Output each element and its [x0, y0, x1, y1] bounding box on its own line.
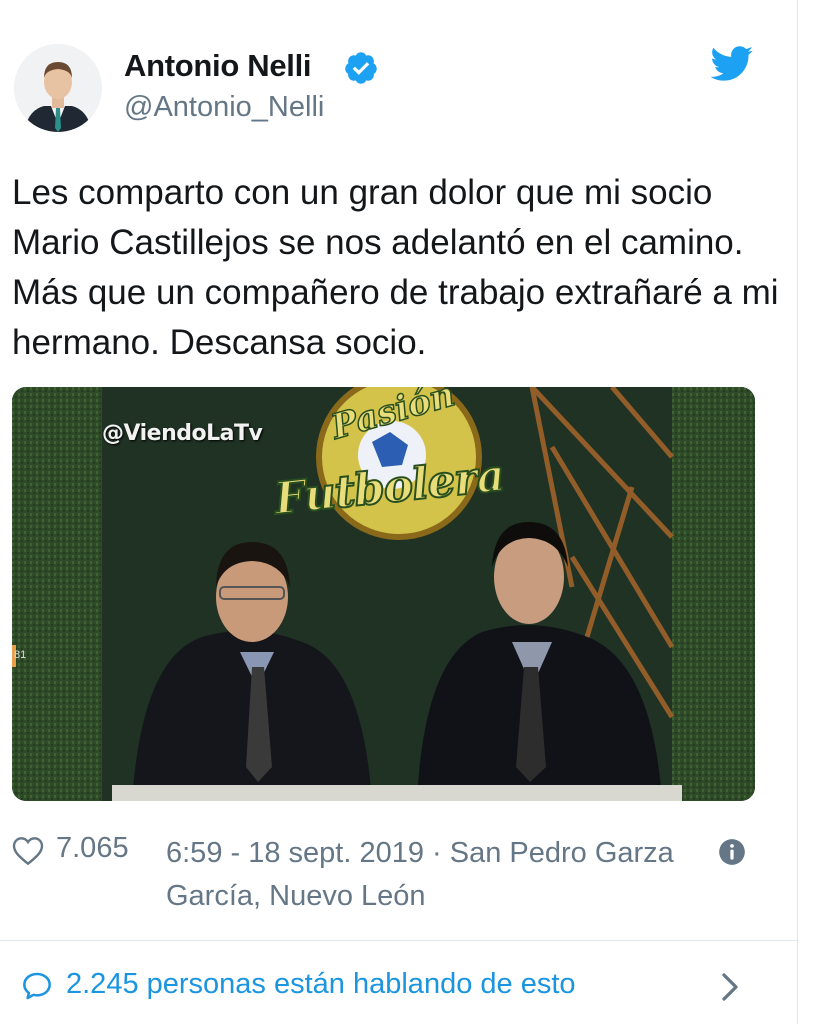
tweet-card: Antonio Nelli @Antonio_Nelli Les compart…: [0, 0, 798, 1024]
video-watermark: @ViendoLaTv: [102, 421, 263, 446]
timestamp-location[interactable]: 6:59 - 18 sept. 2019 · San Pedro Garza G…: [166, 832, 706, 918]
verified-badge-icon: [345, 52, 377, 84]
chevron-right-icon[interactable]: [720, 972, 740, 1002]
channel-number: 81: [14, 649, 27, 661]
divider: [0, 940, 798, 941]
author-handle[interactable]: @Antonio_Nelli: [124, 91, 324, 124]
author-name[interactable]: Antonio Nelli: [124, 48, 312, 84]
heart-icon[interactable]: [12, 836, 44, 866]
info-icon[interactable]: [718, 838, 746, 866]
speech-bubble-icon: [23, 972, 51, 1000]
like-count[interactable]: 7.065: [56, 832, 129, 865]
conversation-link[interactable]: 2.245 personas están hablando de esto: [20, 966, 760, 1010]
tweet-media-video[interactable]: Pasión Futbolera @ViendoLaTv 81: [12, 387, 755, 801]
twitter-bird-icon: [710, 46, 753, 81]
tweet-text: Les comparto con un gran dolor que mi so…: [12, 173, 779, 362]
conversation-count[interactable]: 2.245 personas están hablando de esto: [66, 968, 576, 1001]
author-avatar[interactable]: [14, 44, 102, 132]
video-frame: [12, 387, 755, 801]
